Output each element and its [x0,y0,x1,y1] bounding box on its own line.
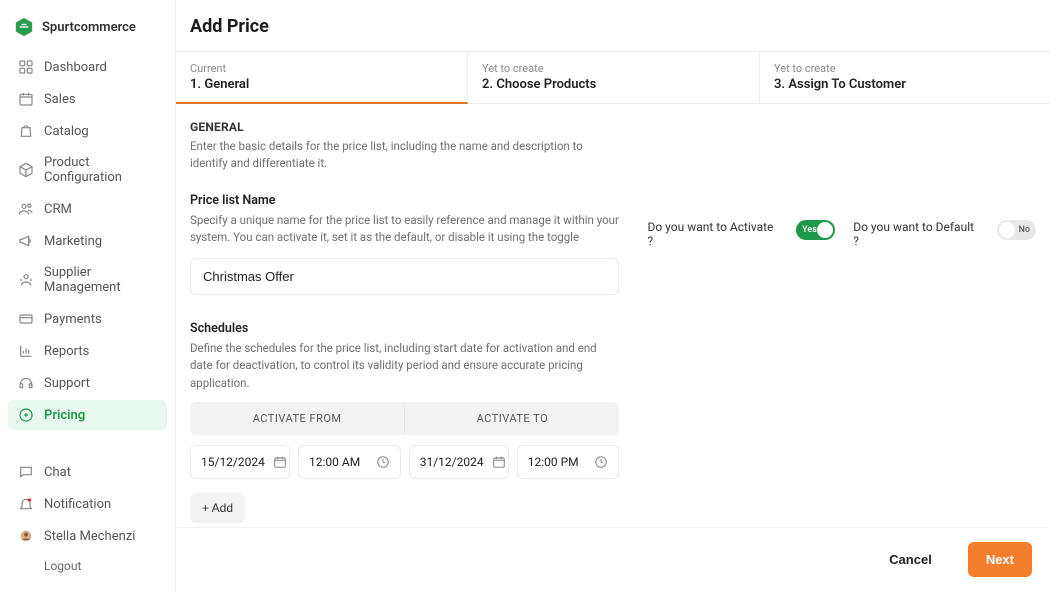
brand-name: Spurtcommerce [42,20,136,35]
toggle-knob [817,222,833,238]
step-status: Current [190,62,449,75]
sidebar-item-label: Pricing [44,408,85,423]
general-subtext: Enter the basic details for the price li… [190,138,619,173]
steps: Current 1. General Yet to create 2. Choo… [176,51,1050,104]
sidebar-item-label: Stella Mechenzi [44,529,135,544]
toggle-knob [999,222,1015,238]
sidebar-item-label: Sales [44,92,76,107]
main: Add Price Current 1. General Yet to crea… [175,0,1050,591]
step-label: 3. Assign To Customer [774,77,906,92]
sidebar-item-label: Notification [44,497,111,512]
activate-to-col: ACTIVATE TO [405,402,619,435]
sidebar-item-label: CRM [44,202,72,217]
schedules-heading: Schedules [190,321,619,336]
schedules-help: Define the schedules for the price list,… [190,340,619,392]
supplier-icon [18,272,34,288]
toggles-row: Do you want to Activate ? Yes Do you wan… [647,120,1036,523]
sidebar-item-label: Supplier Management [44,265,157,295]
brand: Spurtcommerce [8,12,167,50]
activate-to-time-input[interactable]: 12:00 PM [517,445,620,479]
cancel-button[interactable]: Cancel [871,542,950,577]
sidebar-item-payments[interactable]: Payments [8,304,167,334]
bag-icon [18,123,34,139]
sidebar-item-marketing[interactable]: Marketing [8,226,167,256]
step-label: 2. Choose Products [482,77,741,92]
time-value: 12:00 PM [528,455,579,469]
toggle-label: No [1019,225,1030,235]
nav-main: Dashboard Sales Catalog Product Configur… [8,52,167,430]
clock-icon [594,455,608,469]
sidebar-item-product-config[interactable]: Product Configuration [8,148,167,192]
sidebar-item-support[interactable]: Support [8,368,167,398]
sidebar-item-label: Reports [44,344,89,359]
chart-icon [18,343,34,359]
sidebar-item-label: Chat [44,465,71,480]
sidebar-item-profile[interactable]: Stella Mechenzi [8,521,167,551]
sidebar-item-pricing[interactable]: Pricing [8,400,167,430]
sidebar-item-sales[interactable]: Sales [8,84,167,114]
activate-question: Do you want to Activate ? [647,220,778,248]
sidebar: Spurtcommerce Dashboard Sales Catalog Pr… [0,0,175,591]
activate-from-time-input[interactable]: 12:00 AM [298,445,401,479]
calendar-icon [18,91,34,107]
avatar-icon [18,528,34,544]
brand-logo-icon [14,16,34,38]
step-status: Yet to create [774,62,906,75]
sidebar-item-label: Support [44,376,90,391]
sidebar-item-crm[interactable]: CRM [8,194,167,224]
sidebar-item-label: Marketing [44,234,102,249]
activate-from-col: ACTIVATE FROM [190,402,405,435]
calendar-icon [492,455,506,469]
sidebar-item-supplier[interactable]: Supplier Management [8,258,167,302]
calendar-icon [273,455,287,469]
default-toggle[interactable]: No [997,220,1036,240]
price-list-name-help: Specify a unique name for the price list… [190,212,619,247]
time-value: 12:00 AM [309,455,360,469]
sidebar-item-label: Catalog [44,124,89,139]
general-heading: GENERAL [190,120,619,134]
sidebar-item-catalog[interactable]: Catalog [8,116,167,146]
headset-icon [18,375,34,391]
activate-toggle[interactable]: Yes [796,220,835,240]
content: GENERAL Enter the basic details for the … [176,104,1050,531]
schedules-header: ACTIVATE FROM ACTIVATE TO [190,402,619,435]
logout-link[interactable]: Logout [8,553,167,579]
sidebar-item-chat[interactable]: Chat [8,457,167,487]
users-icon [18,201,34,217]
step-assign-customer[interactable]: Yet to create 3. Assign To Customer [760,52,924,103]
chat-icon [18,464,34,480]
date-value: 31/12/2024 [420,455,484,469]
activate-from-date-input[interactable]: 15/12/2024 [190,445,290,479]
step-label: 1. General [190,77,449,92]
sidebar-item-notification[interactable]: Notification [8,489,167,519]
activate-to-date-input[interactable]: 31/12/2024 [409,445,509,479]
package-icon [18,162,34,178]
footer: Cancel Next [176,527,1050,591]
price-list-name-input[interactable] [190,258,619,295]
megaphone-icon [18,233,34,249]
clock-icon [376,455,390,469]
add-schedule-button[interactable]: + Add [190,493,245,523]
sidebar-item-dashboard[interactable]: Dashboard [8,52,167,82]
schedule-row: 15/12/2024 12:00 AM 31/12/2024 [190,445,619,479]
sidebar-item-label: Dashboard [44,60,107,75]
sidebar-item-label: Product Configuration [44,155,157,185]
credit-card-icon [18,311,34,327]
bell-icon [18,496,34,512]
step-status: Yet to create [482,62,741,75]
price-list-name-label: Price list Name [190,193,619,208]
sidebar-item-label: Payments [44,312,102,327]
pricing-icon [18,407,34,423]
sidebar-item-reports[interactable]: Reports [8,336,167,366]
date-value: 15/12/2024 [201,455,265,469]
nav-bottom: Chat Notification Stella Mechenzi Logout [8,457,167,579]
next-button[interactable]: Next [968,542,1032,577]
default-question: Do you want to Default ? [853,220,979,248]
grid-icon [18,59,34,75]
step-choose-products[interactable]: Yet to create 2. Choose Products [468,52,760,103]
page-title: Add Price [176,0,1050,51]
toggle-label: Yes [802,225,817,235]
step-general[interactable]: Current 1. General [176,52,468,104]
